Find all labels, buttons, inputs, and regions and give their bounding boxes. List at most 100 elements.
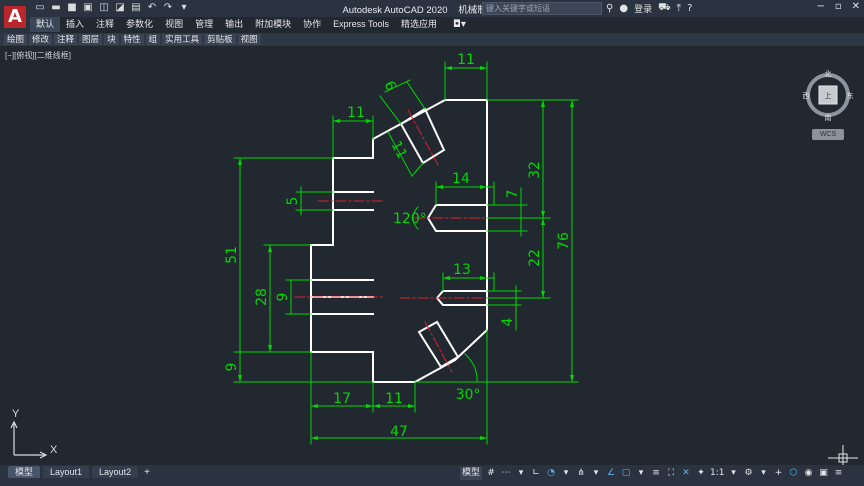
save-web-icon[interactable]: ◪ <box>114 2 126 14</box>
tab-collaborate[interactable]: 协作 <box>297 17 327 32</box>
panel-block[interactable]: 块 <box>104 34 119 45</box>
dim-4: 4 <box>500 317 516 326</box>
isolate-objects-icon[interactable]: ◉ <box>803 467 815 480</box>
panel-draw[interactable]: 绘图 <box>4 34 28 45</box>
hardware-acceleration-icon[interactable]: ⬡ <box>788 467 800 480</box>
maximize-icon[interactable]: ▫ <box>835 1 842 12</box>
annotation-monitor-icon[interactable]: ✕ <box>680 467 692 480</box>
autocad-logo-icon: A <box>4 6 26 28</box>
layout-tabs: 模型 Layout1 Layout2 + <box>8 466 150 478</box>
customize-dropdown-icon[interactable]: ▾ <box>178 2 190 14</box>
dim-11-bottom: 11 <box>385 391 403 407</box>
snap-dropdown-icon[interactable]: ▾ <box>515 467 527 480</box>
tab-output[interactable]: 输出 <box>219 17 249 32</box>
panel-utilities[interactable]: 实用工具 <box>162 34 203 45</box>
panel-modify[interactable]: 修改 <box>29 34 53 45</box>
panel-annotation[interactable]: 注释 <box>54 34 78 45</box>
ucs-x-label: X <box>50 444 58 456</box>
dim-9-bottom: 9 <box>224 363 240 372</box>
help-icon[interactable]: ? <box>687 3 692 14</box>
undo-icon[interactable]: ↶ <box>146 2 158 14</box>
viewcube[interactable]: 北 南 东 西 上 WCS <box>800 67 856 167</box>
panel-clipboard[interactable]: 剪贴板 <box>204 34 236 45</box>
tab-view[interactable]: 视图 <box>159 17 189 32</box>
ortho-icon[interactable]: ∟ <box>530 467 542 480</box>
status-bar: 模型 Layout1 Layout2 + 模型 # ⋯ ▾ ∟ ◔ ▾ ⋔ ▾ … <box>0 465 864 486</box>
binoculars-icon[interactable]: ⚲ <box>606 3 613 14</box>
workspace-dropdown-icon[interactable]: ▾ <box>758 467 770 480</box>
redo-icon[interactable]: ↷ <box>162 2 174 14</box>
clean-screen-icon[interactable]: ▣ <box>818 467 830 480</box>
object-snap-dropdown-icon[interactable]: ▾ <box>635 467 647 480</box>
exchange-icon[interactable]: ⤒ <box>677 3 681 14</box>
tab-addins[interactable]: 附加模块 <box>249 17 297 32</box>
dim-30-angle: 30° <box>456 387 481 403</box>
compass-west[interactable]: 西 <box>803 92 810 100</box>
panel-view[interactable]: 视图 <box>237 34 261 45</box>
tab-featured-apps[interactable]: 精选应用 <box>395 17 443 32</box>
compass-east[interactable]: 东 <box>847 91 854 100</box>
tab-annotate[interactable]: 注释 <box>90 17 120 32</box>
dim-120-angle: 120° <box>393 211 427 227</box>
cart-icon[interactable]: ⛟ <box>658 2 671 15</box>
application-menu-button[interactable]: A <box>0 0 30 34</box>
ribbon-tabs: 默认 插入 注释 参数化 视图 管理 输出 附加模块 协作 Express To… <box>30 17 466 32</box>
scale-dropdown-icon[interactable]: ▾ <box>728 467 740 480</box>
tab-layout1[interactable]: Layout1 <box>43 466 90 478</box>
customize-icon[interactable]: ≡ <box>833 467 845 480</box>
tab-manage[interactable]: 管理 <box>189 17 219 32</box>
tab-model[interactable]: 模型 <box>8 466 41 478</box>
dim-32: 32 <box>527 161 543 179</box>
annotation-visibility-icon[interactable]: ⛶ <box>665 467 677 480</box>
add-layout-icon[interactable]: + <box>144 467 150 478</box>
object-snap-icon[interactable]: ▢ <box>620 467 632 480</box>
minimize-icon[interactable]: − <box>816 1 824 12</box>
viewcube-compass[interactable]: 北 南 东 西 上 <box>800 67 856 127</box>
annotation-scale-value[interactable]: 1:1 <box>710 467 724 480</box>
login-button[interactable]: 登录 <box>634 2 652 15</box>
title-bar: Autodesk AutoCAD 2020 机械制图6.dwg ▭ ▬ ■ ▣ … <box>0 0 864 17</box>
snap-icon[interactable]: ⋯ <box>500 467 512 480</box>
plot-icon[interactable]: ▤ <box>130 2 142 14</box>
tab-default[interactable]: 默认 <box>30 17 61 32</box>
compass-south[interactable]: 南 <box>825 113 832 122</box>
workspace-gear-icon[interactable]: ⚙ <box>743 467 755 480</box>
ribbon-display-toggle-icon[interactable]: ◘▾ <box>453 19 466 30</box>
save-as-icon[interactable]: ▣ <box>82 2 94 14</box>
compass-north[interactable]: 北 <box>825 70 832 78</box>
tab-insert[interactable]: 插入 <box>60 17 90 32</box>
tab-layout2[interactable]: Layout2 <box>92 466 139 478</box>
object-snap-tracking-icon[interactable]: ∠ <box>605 467 617 480</box>
ribbon-panel-bar: 绘图 修改 注释 图层 块 特性 组 实用工具 剪贴板 视图 <box>0 33 864 46</box>
app-name: Autodesk AutoCAD 2020 <box>342 5 448 16</box>
dim-22: 22 <box>527 249 543 267</box>
title-right-tools: ⚲ ● 登录 ⛟ ⤒ ? <box>606 2 692 15</box>
panel-properties[interactable]: 特性 <box>120 34 144 45</box>
panel-layers[interactable]: 图层 <box>79 34 103 45</box>
open-web-icon[interactable]: ◫ <box>98 2 110 14</box>
tab-parametric[interactable]: 参数化 <box>120 17 159 32</box>
panel-groups[interactable]: 组 <box>145 34 161 45</box>
isodraft-dropdown-icon[interactable]: ▾ <box>590 467 602 480</box>
wcs-menu-button[interactable]: WCS <box>812 129 844 140</box>
user-icon[interactable]: ● <box>619 3 628 14</box>
drawing-canvas[interactable]: [−][俯视][二维线框] 11 11 6 11 32 76 22 14 7 5… <box>0 47 864 465</box>
dim-11-slot: 11 <box>387 138 409 161</box>
annotation-scale-icon[interactable]: ✦ <box>695 467 707 480</box>
viewcube-face-top[interactable]: 上 <box>825 91 832 100</box>
grid-icon[interactable]: # <box>485 467 497 480</box>
ucs-icon <box>10 420 48 459</box>
save-icon[interactable]: ■ <box>66 2 78 14</box>
new-file-icon[interactable]: ▭ <box>34 2 46 14</box>
polar-dropdown-icon[interactable]: ▾ <box>560 467 572 480</box>
plus-icon[interactable]: + <box>773 467 785 480</box>
dim-7: 7 <box>505 190 521 199</box>
open-folder-icon[interactable]: ▬ <box>50 2 62 14</box>
isodraft-icon[interactable]: ⋔ <box>575 467 587 480</box>
search-input[interactable]: 键入关键字或短语 <box>482 2 602 15</box>
tab-express-tools[interactable]: Express Tools <box>327 17 395 32</box>
close-icon[interactable]: ✕ <box>852 1 860 12</box>
lineweight-icon[interactable]: ≡ <box>650 467 662 480</box>
model-space-button[interactable]: 模型 <box>460 467 483 480</box>
polar-tracking-icon[interactable]: ◔ <box>545 467 557 480</box>
